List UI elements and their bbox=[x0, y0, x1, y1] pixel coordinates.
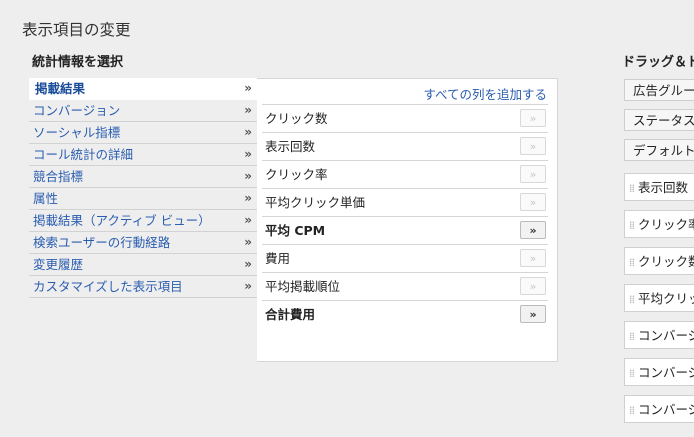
category-label: コンバージョン bbox=[33, 103, 121, 118]
drag-handle-icon[interactable]: ⁞⁞ bbox=[629, 219, 635, 232]
column-label: コンバージ bbox=[638, 328, 694, 343]
category-item[interactable]: コール統計の詳細 » bbox=[29, 144, 258, 166]
metric-label: クリック数 bbox=[265, 111, 328, 126]
metric-row: 合計費用 » bbox=[262, 300, 548, 328]
category-item[interactable]: 変更履歴 » bbox=[29, 254, 258, 276]
page-title: 表示項目の変更 bbox=[22, 21, 131, 39]
metric-row: クリック率 » bbox=[262, 160, 548, 188]
fixed-column: 広告グルー bbox=[624, 79, 694, 101]
double-chevron-right-icon: » bbox=[244, 169, 252, 183]
metric-label: 平均クリック単価 bbox=[265, 195, 366, 210]
selected-column[interactable]: ⁞⁞クリック率 bbox=[624, 210, 694, 238]
metric-row: 平均掲載順位 » bbox=[262, 272, 548, 300]
category-item[interactable]: 属性 » bbox=[29, 188, 258, 210]
category-item[interactable]: 掲載結果（アクティブ ビュー） » bbox=[29, 210, 258, 232]
metric-label: 平均 CPM bbox=[265, 223, 326, 238]
add-all-columns-link[interactable]: すべての列を追加する bbox=[423, 84, 547, 103]
metric-label: 合計費用 bbox=[265, 307, 316, 322]
drag-handle-icon[interactable]: ⁞⁞ bbox=[629, 404, 635, 417]
metric-label: 平均掲載順位 bbox=[265, 279, 341, 294]
double-chevron-right-icon: » bbox=[244, 257, 252, 271]
category-label: 競合指標 bbox=[33, 169, 84, 184]
metric-row: 平均 CPM » bbox=[262, 216, 548, 244]
double-chevron-right-icon: » bbox=[244, 103, 252, 117]
category-label: 掲載結果 bbox=[35, 81, 86, 96]
metric-row: 平均クリック単価 » bbox=[262, 188, 548, 216]
category-item[interactable]: コンバージョン » bbox=[29, 100, 258, 122]
add-metric-button[interactable]: » bbox=[520, 137, 546, 155]
selected-column[interactable]: ⁞⁞クリック数 bbox=[624, 247, 694, 275]
category-item[interactable]: 検索ユーザーの行動経路 » bbox=[29, 232, 258, 254]
add-metric-button[interactable]: » bbox=[520, 193, 546, 211]
selected-column[interactable]: ⁞⁞平均クリッ bbox=[624, 284, 694, 312]
selected-column[interactable]: ⁞⁞コンバージ bbox=[624, 395, 694, 423]
category-label: カスタマイズした表示項目 bbox=[33, 279, 183, 294]
column-label: クリック率 bbox=[638, 217, 694, 232]
column-label: 平均クリッ bbox=[638, 291, 694, 306]
add-metric-button[interactable]: » bbox=[520, 249, 546, 267]
section-title: 統計情報を選択 bbox=[32, 55, 124, 70]
fixed-column: ステータス bbox=[624, 109, 694, 131]
drag-handle-icon[interactable]: ⁞⁞ bbox=[629, 256, 635, 269]
add-metric-button[interactable]: » bbox=[520, 165, 546, 183]
category-label: コール統計の詳細 bbox=[33, 147, 134, 162]
category-label: 変更履歴 bbox=[33, 257, 84, 272]
add-metric-button[interactable]: » bbox=[520, 277, 546, 295]
drag-handle-icon[interactable]: ⁞⁞ bbox=[629, 182, 635, 195]
selected-column[interactable]: ⁞⁞ 表示回数 bbox=[624, 173, 694, 201]
category-item[interactable]: 競合指標 » bbox=[29, 166, 258, 188]
column-label: コンバージ bbox=[638, 365, 694, 380]
column-label: コンバージ bbox=[638, 402, 694, 417]
double-chevron-right-icon: » bbox=[244, 213, 252, 227]
category-label: 検索ユーザーの行動経路 bbox=[33, 235, 171, 250]
double-chevron-right-icon: » bbox=[244, 147, 252, 161]
add-metric-button[interactable]: » bbox=[520, 221, 546, 239]
selected-column[interactable]: ⁞⁞コンバージ bbox=[624, 321, 694, 349]
add-metric-button[interactable]: » bbox=[520, 305, 546, 323]
category-item[interactable]: カスタマイズした表示項目 » bbox=[29, 276, 258, 298]
drag-handle-icon[interactable]: ⁞⁞ bbox=[629, 330, 635, 343]
double-chevron-right-icon: » bbox=[244, 125, 252, 139]
double-chevron-right-icon: » bbox=[244, 235, 252, 249]
double-chevron-right-icon: » bbox=[244, 81, 252, 95]
metric-label: クリック率 bbox=[265, 167, 328, 182]
category-label: ソーシャル指標 bbox=[33, 125, 121, 140]
selected-column[interactable]: ⁞⁞コンバージ bbox=[624, 358, 694, 386]
drag-handle-icon[interactable]: ⁞⁞ bbox=[629, 367, 635, 380]
double-chevron-right-icon: » bbox=[244, 191, 252, 205]
column-label: 表示回数 bbox=[638, 180, 689, 195]
metric-label: 費用 bbox=[265, 251, 291, 266]
category-item[interactable]: ソーシャル指標 » bbox=[29, 122, 258, 144]
metric-row: 表示回数 » bbox=[262, 132, 548, 160]
metrics-list: クリック数» 表示回数» クリック率» 平均クリック単価» 平均 CPM» 費用» 平均掲載… bbox=[262, 104, 548, 328]
add-metric-button[interactable]: » bbox=[520, 109, 546, 127]
column-label: クリック数 bbox=[638, 254, 694, 269]
metric-label: 表示回数 bbox=[265, 139, 316, 154]
category-label: 掲載結果（アクティブ ビュー） bbox=[33, 213, 211, 228]
category-list: 掲載結果» コンバージョン» ソーシャル指標» コール統計の詳細» 競合指標» 属性» 掲載… bbox=[29, 78, 258, 298]
category-label: 属性 bbox=[33, 191, 59, 206]
fixed-column: デフォルトの bbox=[624, 139, 694, 161]
metric-row: クリック数 » bbox=[262, 104, 548, 132]
category-item[interactable]: 掲載結果 » bbox=[29, 78, 258, 100]
drag-drop-title: ドラッグ＆ドロ bbox=[622, 55, 694, 70]
double-chevron-right-icon: » bbox=[244, 279, 252, 293]
metric-row: 費用 » bbox=[262, 244, 548, 272]
drag-handle-icon[interactable]: ⁞⁞ bbox=[629, 293, 635, 306]
